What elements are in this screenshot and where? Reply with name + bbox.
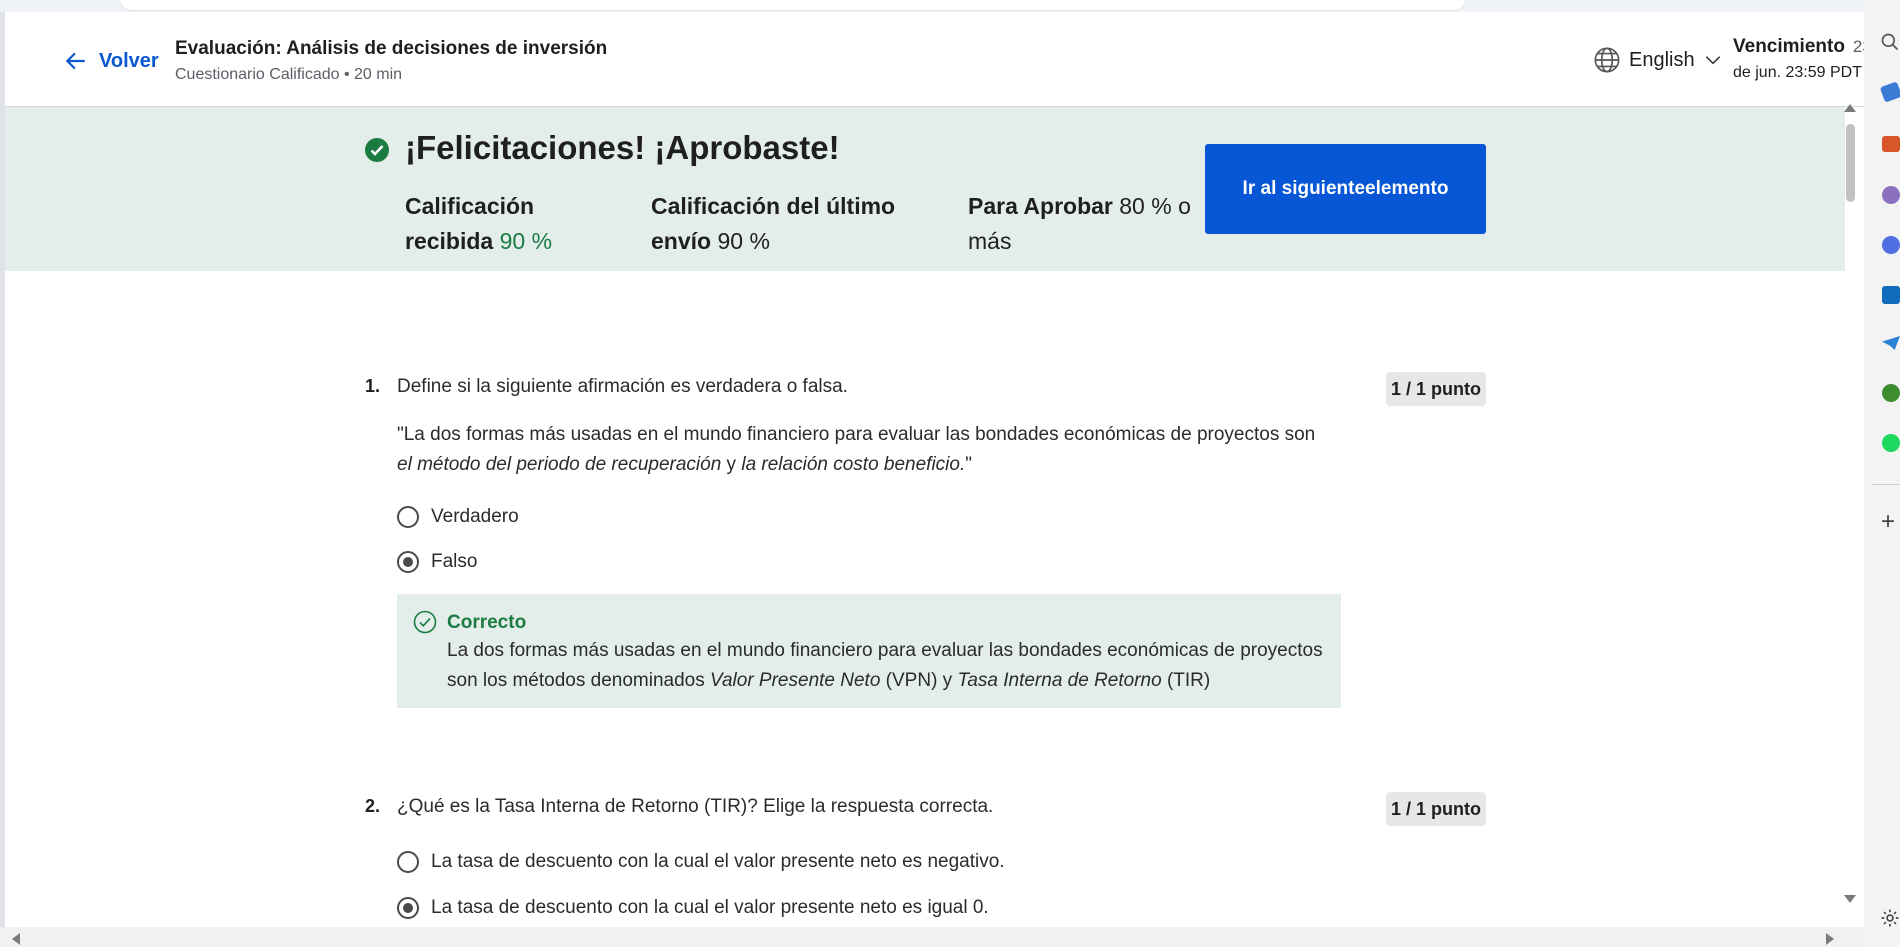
passing-grade-value: 80 % o xyxy=(1119,193,1191,219)
address-bar[interactable] xyxy=(120,0,1465,10)
browser-sidebar: + xyxy=(1864,0,1900,947)
option-label: La tasa de descuento con la cual el valo… xyxy=(431,851,1005,872)
question-number: 2. xyxy=(365,796,381,816)
option-tir-negativo[interactable]: La tasa de descuento con la cual el valo… xyxy=(397,851,1005,873)
browser-toolbar-strip xyxy=(0,0,1900,12)
back-button[interactable]: Volver xyxy=(63,48,159,74)
result-headline: ¡Felicitaciones! ¡Aprobaste! xyxy=(405,129,840,166)
next-item-label-1: Ir al siguiente xyxy=(1242,178,1366,199)
option-verdadero[interactable]: Verdadero xyxy=(397,506,519,528)
check-circle-outline-icon xyxy=(413,610,437,634)
question-text: ¿Qué es la Tasa Interna de Retorno (TIR)… xyxy=(397,796,994,817)
scrollbar-thumb[interactable] xyxy=(1846,124,1855,202)
due-day: 23 xyxy=(1852,37,1864,56)
tree-icon[interactable] xyxy=(1882,384,1900,402)
last-grade-value: 90 % xyxy=(717,228,770,254)
scroll-right-arrow-icon[interactable] xyxy=(1826,933,1834,945)
passing-grade: Para Aprobar 80 % o más xyxy=(968,189,1198,259)
feedback-title: Correcto xyxy=(447,612,527,633)
feedback-correct: Correcto La dos formas más usadas en el … xyxy=(397,594,1341,708)
tag-icon[interactable] xyxy=(1879,81,1900,103)
telegram-icon[interactable] xyxy=(1882,336,1900,350)
last-grade-label: Calificación del último xyxy=(651,193,896,219)
language-label: English xyxy=(1629,48,1695,71)
language-selector[interactable]: English xyxy=(1593,46,1723,74)
title-block: Evaluación: Análisis de decisiones de in… xyxy=(175,38,607,84)
copilot-icon[interactable] xyxy=(1882,236,1900,254)
grade-received-label-2: recibida xyxy=(405,228,494,254)
horizontal-scrollbar[interactable] xyxy=(0,927,1864,947)
last-submission-grade: Calificación del último envío 90 % xyxy=(651,189,911,259)
next-item-button[interactable]: Ir al siguiente elemento xyxy=(1205,144,1486,234)
chevron-down-icon xyxy=(1705,56,1720,65)
page-header: Volver Evaluación: Análisis de decisione… xyxy=(5,12,1864,107)
outlook-icon[interactable] xyxy=(1882,286,1900,304)
arrow-left-icon xyxy=(65,52,85,70)
scroll-down-arrow-icon[interactable] xyxy=(1844,895,1856,903)
check-circle-icon xyxy=(365,138,389,162)
grade-received: Calificación recibida 90 % xyxy=(405,189,605,259)
result-banner: ¡Felicitaciones! ¡Aprobaste! Calificació… xyxy=(5,107,1845,271)
sidebar-divider xyxy=(1872,484,1900,485)
globe-icon xyxy=(1594,47,1620,73)
quiz-page: Volver Evaluación: Análisis de decisione… xyxy=(5,12,1864,927)
spotify-icon[interactable] xyxy=(1882,434,1900,452)
due-detail: de jun. 23:59 PDT xyxy=(1733,64,1862,81)
grade-received-value: 90 % xyxy=(499,228,553,254)
points-badge: 1 / 1 punto xyxy=(1386,792,1486,826)
question-text: Define si la siguiente afirmación es ver… xyxy=(397,376,848,397)
option-tir-cero[interactable]: La tasa de descuento con la cual el valo… xyxy=(397,897,989,919)
question-number: 1. xyxy=(365,376,381,396)
option-label: Verdadero xyxy=(431,506,519,527)
toolbox-icon[interactable] xyxy=(1882,136,1900,152)
scroll-left-arrow-icon[interactable] xyxy=(12,933,20,945)
page-subtitle: Cuestionario Calificado • 20 min xyxy=(175,66,403,83)
passing-grade-value-2: más xyxy=(968,228,1012,254)
radio-button-selected[interactable] xyxy=(397,897,419,919)
option-label: La tasa de descuento con la cual el valo… xyxy=(431,897,989,918)
points-badge: 1 / 1 punto xyxy=(1386,372,1486,406)
question-quote: "La dos formas más usadas en el mundo fi… xyxy=(397,424,1316,475)
radio-button[interactable] xyxy=(397,851,419,873)
feedback-text: La dos formas más usadas en el mundo fin… xyxy=(447,640,1323,691)
due-date: Vencimiento 23 de jun. 23:59 PDT xyxy=(1733,36,1864,82)
radio-button-selected[interactable] xyxy=(397,551,419,573)
vertical-scrollbar[interactable] xyxy=(1845,107,1864,927)
people-icon[interactable] xyxy=(1882,186,1900,204)
scroll-up-arrow-icon[interactable] xyxy=(1844,104,1856,112)
due-label: Vencimiento xyxy=(1733,36,1845,57)
last-grade-label-2: envío xyxy=(651,228,712,254)
grade-received-label: Calificación xyxy=(405,193,535,219)
back-label: Volver xyxy=(99,49,159,72)
search-icon[interactable] xyxy=(1880,32,1900,52)
radio-button[interactable] xyxy=(397,506,419,528)
option-falso[interactable]: Falso xyxy=(397,551,477,573)
next-item-label-2: elemento xyxy=(1365,178,1449,199)
option-label: Falso xyxy=(431,551,478,572)
add-icon[interactable]: + xyxy=(1881,510,1895,534)
passing-grade-label: Para Aprobar xyxy=(968,193,1113,219)
page-title: Evaluación: Análisis de decisiones de in… xyxy=(175,38,608,59)
settings-gear-icon[interactable] xyxy=(1880,908,1900,928)
